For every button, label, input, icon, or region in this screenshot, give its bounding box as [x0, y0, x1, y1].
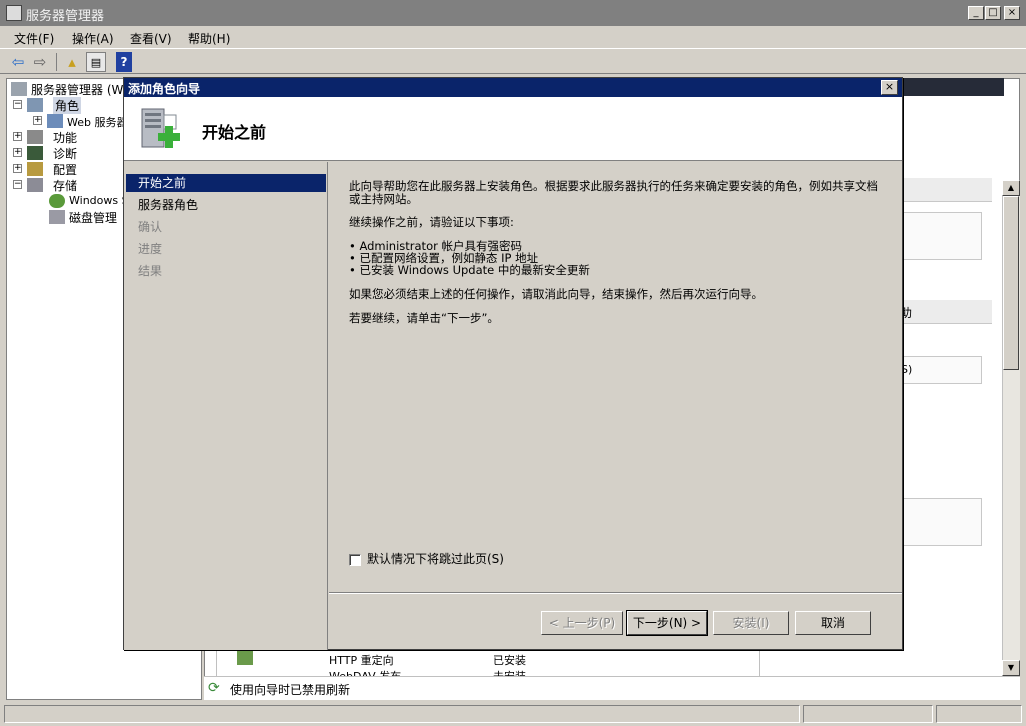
step-progress: 进度	[138, 242, 163, 256]
add-roles-wizard-dialog: 添加角色向导 × 开始之前 开始之前 服务器角色 确认 进度 结果 此向导帮助您…	[123, 77, 903, 650]
service-name: WebDAV 发布	[329, 668, 401, 676]
menu-action[interactable]: 操作(A)	[72, 30, 114, 47]
expand-icon[interactable]: +	[13, 164, 22, 173]
tree-item-label: 存储	[53, 179, 78, 193]
step-confirmation: 确认	[138, 220, 163, 234]
section-header	[900, 178, 992, 202]
checkbox-box[interactable]	[349, 553, 361, 566]
tree-item-label: 配置	[53, 163, 78, 177]
dialog-banner: 开始之前	[124, 97, 902, 161]
roles-icon	[27, 98, 43, 112]
skip-page-checkbox[interactable]: 默认情况下将跳过此页(S)	[349, 550, 504, 567]
info-box: S)	[900, 356, 982, 384]
window-titlebar[interactable]: 服务器管理器 _ □ ×	[0, 0, 1026, 26]
wizard-page-title: 开始之前	[202, 123, 267, 142]
tree-item-label: 功能	[53, 131, 78, 145]
wizard-content: 此向导帮助您在此服务器上安装角色。根据要求此服务器执行的任务来确定要安装的角色，…	[329, 162, 902, 592]
verify-heading: 继续操作之前，请验证以下事项:	[349, 215, 514, 229]
section-header: 助	[900, 300, 992, 324]
maximize-button[interactable]: □	[985, 6, 1001, 20]
menubar: 文件(F) 操作(A) 查看(V) 帮助(H)	[0, 26, 1026, 48]
storage-icon	[27, 178, 43, 192]
step-before-you-begin[interactable]: 开始之前	[126, 174, 326, 192]
toolbar-divider	[56, 53, 57, 71]
info-box	[900, 498, 982, 546]
cancel-button[interactable]: 取消	[795, 611, 871, 635]
dialog-close-button[interactable]: ×	[881, 80, 898, 95]
service-name: HTTP 重定向	[329, 654, 394, 667]
toolbar: ⇦ ⇨ ▴ ▤ ?	[0, 48, 1026, 74]
wizard-button-bar: < 上一步(P) 下一步(N) > 安装(I) 取消	[329, 592, 902, 650]
menu-view[interactable]: 查看(V)	[130, 30, 172, 47]
expand-icon[interactable]: +	[13, 148, 22, 157]
checklist-item: • 已安装 Windows Update 中的最新安全更新	[349, 263, 590, 277]
collapse-icon[interactable]: −	[13, 100, 22, 109]
collapse-icon[interactable]: −	[13, 180, 22, 189]
install-icon	[237, 651, 253, 665]
tree-item-label: 角色	[53, 97, 82, 114]
disk-icon	[49, 210, 65, 224]
role-services-table: HTTP 重定向 已安装 WebDAV 发布 未安装	[216, 650, 760, 676]
tree-root-label: 服务器管理器 (W	[31, 83, 124, 97]
diagnostics-icon	[27, 146, 43, 160]
previous-button[interactable]: < 上一步(P)	[541, 611, 623, 635]
server-manager-icon	[6, 5, 22, 21]
expand-icon[interactable]: +	[13, 132, 22, 141]
minimize-button[interactable]: _	[968, 6, 984, 20]
step-results: 结果	[138, 264, 163, 278]
back-arrow-icon[interactable]: ⇦	[8, 52, 28, 72]
refresh-disabled-text: 使用向导时已禁用刷新	[230, 683, 351, 697]
add-role-server-icon	[141, 108, 180, 148]
up-folder-icon[interactable]: ▴	[62, 52, 82, 72]
configuration-icon	[27, 162, 43, 176]
status-section	[803, 705, 933, 723]
intro-text: 此向导帮助您在此服务器上安装角色。根据要求此服务器执行的任务来确定要安装的角色，…	[349, 179, 878, 206]
content-status-bar: ⟳ 使用向导时已禁用刷新	[204, 676, 1020, 700]
content-header-strip	[900, 78, 1004, 96]
tree-item-label: Windows S	[69, 194, 129, 207]
install-button[interactable]: 安装(I)	[713, 611, 789, 635]
status-section	[4, 705, 800, 723]
menu-file[interactable]: 文件(F)	[14, 30, 54, 47]
show-hide-tree-icon[interactable]: ▤	[86, 52, 106, 72]
help-icon[interactable]: ?	[116, 52, 132, 72]
refresh-icon: ⟳	[208, 680, 220, 696]
continue-note: 若要继续，请单击“下一步”。	[349, 311, 499, 325]
server-icon	[11, 82, 27, 96]
menu-help[interactable]: 帮助(H)	[188, 30, 230, 47]
web-server-icon	[47, 114, 63, 128]
forward-arrow-icon[interactable]: ⇨	[30, 52, 50, 72]
expand-icon[interactable]: +	[33, 116, 42, 125]
next-button[interactable]: 下一步(N) >	[626, 610, 708, 636]
info-box	[900, 212, 982, 260]
scrollbar-thumb[interactable]	[1003, 196, 1019, 370]
status-bar	[0, 702, 1026, 726]
wizard-steps-nav: 开始之前 服务器角色 确认 进度 结果	[124, 162, 328, 650]
step-server-roles[interactable]: 服务器角色	[126, 196, 326, 214]
service-status: 未安装	[493, 668, 526, 676]
cancel-note: 如果您必须结束上述的任何操作，请取消此向导，结束操作，然后再次运行向导。	[349, 287, 763, 301]
close-button[interactable]: ×	[1004, 6, 1020, 20]
window-title: 服务器管理器	[26, 9, 105, 24]
features-icon	[27, 130, 43, 144]
dialog-title: 添加角色向导	[128, 82, 201, 96]
scroll-down-arrow[interactable]: ▼	[1002, 660, 1020, 676]
backup-icon	[49, 194, 65, 208]
status-section	[936, 705, 1022, 723]
tree-item-label: Web 服务器	[67, 116, 128, 129]
tree-item-label: 诊断	[53, 147, 78, 161]
tree-item-label: 磁盘管理	[69, 211, 118, 225]
dialog-titlebar[interactable]: 添加角色向导 ×	[124, 78, 902, 97]
skip-page-label: 默认情况下将跳过此页(S)	[367, 552, 504, 566]
service-status: 已安装	[493, 654, 526, 667]
scroll-up-arrow[interactable]: ▲	[1002, 180, 1020, 196]
